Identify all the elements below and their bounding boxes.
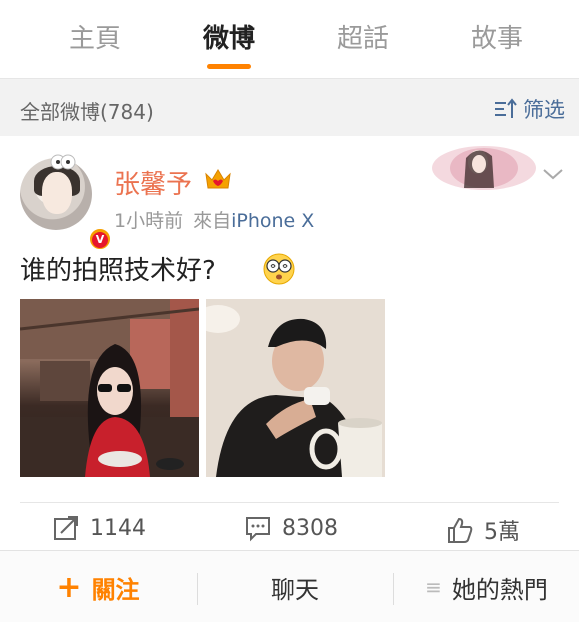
repost-icon [54, 516, 78, 540]
tab-story[interactable]: 故事 [442, 18, 552, 58]
filter-label: 筛选 [523, 98, 565, 122]
menu-lines-icon: ≡ [425, 575, 442, 599]
comment-button[interactable]: 8308 [244, 514, 338, 542]
hot-posts-label: 她的熱門 [451, 575, 548, 604]
hot-posts-button[interactable]: ≡ 她的熱門 [394, 551, 579, 622]
post-text: 谁的拍照技术好? [20, 256, 216, 286]
verified-v-icon: V [88, 227, 112, 251]
filter-bar: 全部微博(784) 筛选 [0, 78, 579, 136]
profile-cover-thumbnail[interactable] [430, 144, 538, 192]
post-time: 1小時前 [114, 210, 184, 232]
tab-super-topic[interactable]: 超話 [308, 18, 418, 58]
weibo-post-card: V 张馨予 1小時前 來自iPhone X 谁的拍照技术好? 1144 8308… [0, 136, 579, 546]
plus-icon: + [56, 569, 82, 605]
like-count: 5萬 [484, 520, 520, 545]
comment-icon [246, 517, 270, 542]
filter-button[interactable]: 筛选 [493, 94, 565, 124]
chat-label: 聊天 [271, 575, 319, 604]
bottom-action-bar: + 關注 聊天 ≡ 她的熱門 [0, 550, 579, 622]
avatar-face [42, 172, 72, 214]
follow-label: 關注 [91, 575, 140, 604]
top-tab-bar: 主頁 微博 超話 故事 [0, 0, 579, 76]
avatar[interactable]: V [20, 154, 112, 251]
cat-ears-decoration-icon [50, 154, 76, 170]
username[interactable]: 张馨予 [114, 164, 192, 201]
chevron-down-icon[interactable] [541, 166, 565, 182]
photo-woman-sunglasses-illustration [20, 299, 199, 477]
follow-button[interactable]: + 關注 [0, 551, 196, 622]
post-meta: 1小時前 來自iPhone X [114, 206, 314, 233]
photo-woman-sunglasses[interactable] [20, 299, 199, 477]
repost-count: 1144 [90, 515, 146, 541]
source-prefix: 來自 [193, 210, 232, 232]
photo-man-drinking-illustration [206, 299, 385, 477]
tab-home[interactable]: 主頁 [40, 18, 150, 58]
photo-man-drinking[interactable] [206, 299, 385, 477]
repost-button[interactable]: 1144 [52, 514, 146, 542]
tab-weibo[interactable]: 微博 [174, 18, 284, 58]
weibo-count-label: 全部微博(784) [20, 100, 154, 124]
crown-vip-icon [205, 169, 231, 189]
sort-filter-icon [495, 98, 517, 118]
chat-button[interactable]: 聊天 [198, 551, 392, 622]
comment-count: 8308 [282, 515, 338, 541]
thumbs-up-icon [448, 517, 473, 543]
post-divider [20, 502, 559, 503]
like-button[interactable]: 5萬 [446, 514, 520, 546]
post-source[interactable]: iPhone X [231, 210, 314, 232]
active-tab-indicator [207, 64, 251, 69]
dizzy-face-emoji [263, 253, 295, 285]
